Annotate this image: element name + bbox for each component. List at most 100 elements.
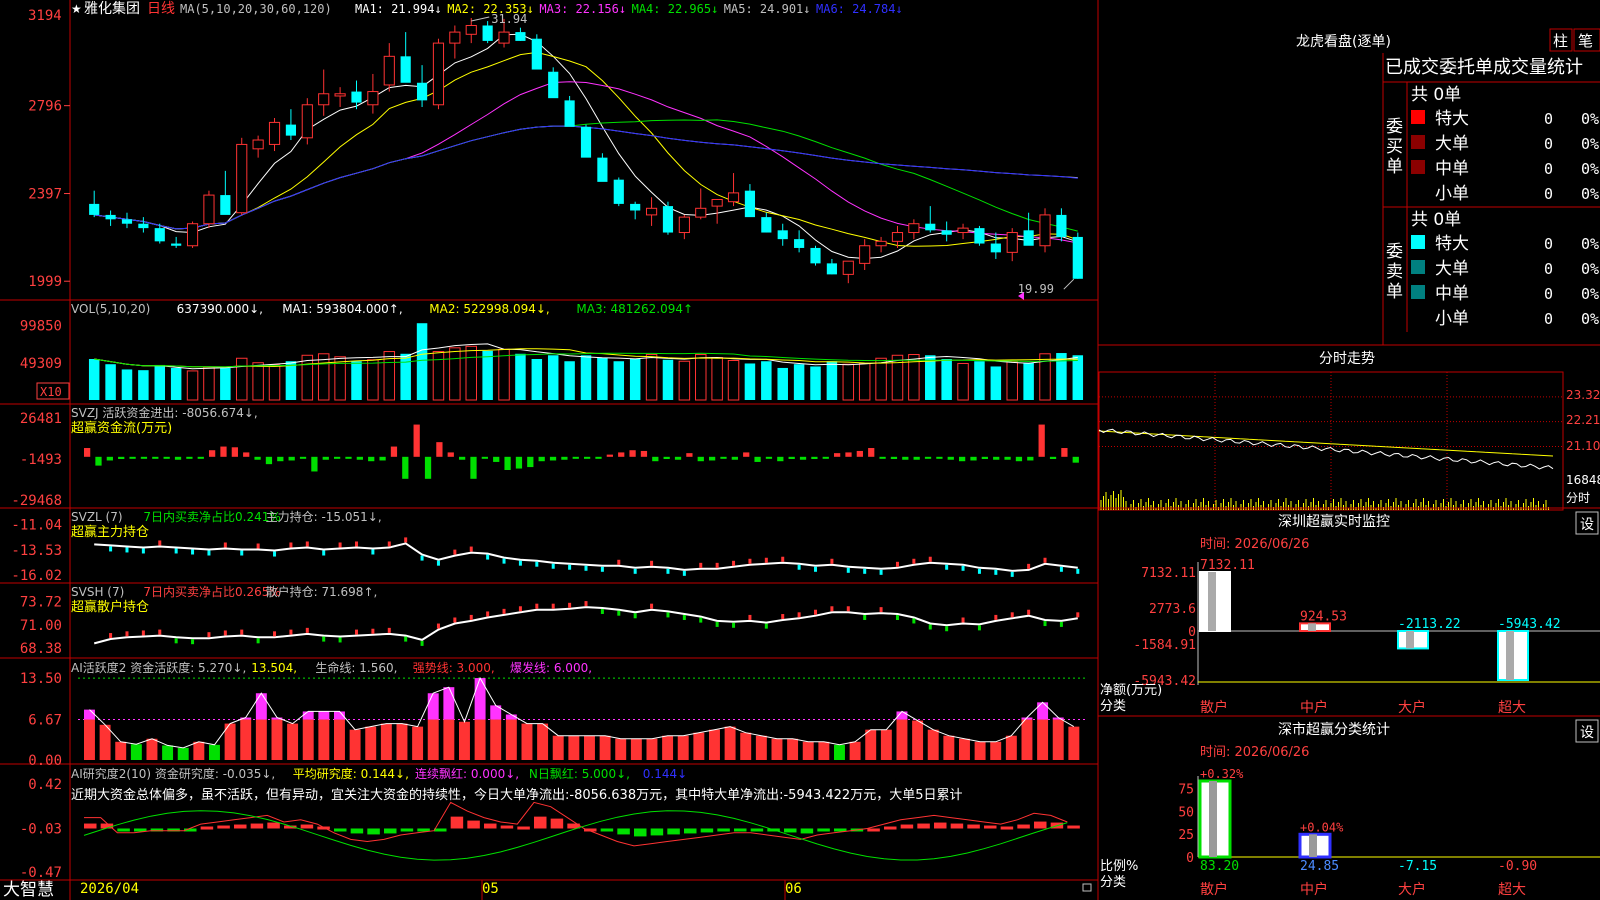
svzj-bar[interactable]: [584, 456, 591, 459]
line-panel-tick-bar[interactable]: [223, 542, 227, 548]
res-bar[interactable]: [917, 823, 930, 829]
line-panel-tick-bar[interactable]: [207, 550, 211, 556]
line-panel-tick-bar[interactable]: [469, 614, 473, 620]
res-bar[interactable]: [934, 822, 947, 829]
activity-panel[interactable]: AI活跃度2 资金活跃度: 5.270↓, 13.504, 生命线: 1.560, 强…: [20, 660, 1088, 769]
candle[interactable]: [678, 214, 690, 240]
candle[interactable]: [925, 206, 936, 233]
act-bar[interactable]: [740, 732, 752, 760]
vol-bar[interactable]: [711, 357, 723, 401]
candle[interactable]: [826, 258, 837, 275]
res-bar[interactable]: [734, 828, 747, 832]
candle[interactable]: [367, 73, 379, 114]
line-panel-tick-bar[interactable]: [699, 562, 703, 568]
svzj-bar[interactable]: [799, 456, 807, 460]
line-panel-tick-bar[interactable]: [945, 626, 949, 632]
line-panel-tick-bar[interactable]: [486, 611, 490, 617]
candle[interactable]: [842, 260, 854, 284]
line-panel-tick-bar[interactable]: [863, 568, 867, 574]
line-panel-tick-bar[interactable]: [650, 560, 654, 566]
vol-bar[interactable]: [351, 361, 362, 400]
act-bar[interactable]: [865, 729, 877, 760]
candle[interactable]: [564, 95, 575, 127]
svzj-bar[interactable]: [811, 456, 818, 460]
svzj-bar[interactable]: [1038, 424, 1045, 457]
line-panel-tick-bar[interactable]: [633, 613, 637, 619]
vol-bar[interactable]: [695, 354, 707, 401]
res-bar[interactable]: [250, 823, 264, 829]
act-bar[interactable]: [474, 719, 486, 760]
act-bar[interactable]: [568, 735, 580, 760]
line-panel-tick-bar[interactable]: [158, 540, 162, 546]
res-bar[interactable]: [367, 828, 380, 835]
act-bar[interactable]: [599, 735, 611, 760]
svzj-bar[interactable]: [243, 452, 250, 457]
vol-bar[interactable]: [761, 361, 772, 400]
act-bar[interactable]: [459, 721, 470, 760]
svzj-bar[interactable]: [663, 456, 670, 460]
line-panel-tick-bar[interactable]: [256, 638, 260, 644]
res-bar[interactable]: [717, 828, 730, 832]
line-panel-tick-bar[interactable]: [699, 617, 703, 623]
svzj-bar[interactable]: [1061, 448, 1068, 457]
act-bar-burst[interactable]: [255, 693, 267, 720]
svzj-bar[interactable]: [470, 456, 477, 479]
act-bar[interactable]: [755, 735, 767, 760]
candle[interactable]: [580, 124, 592, 158]
svzj-bar[interactable]: [356, 456, 363, 460]
act-bar[interactable]: [427, 719, 439, 760]
vol-bar[interactable]: [564, 361, 575, 400]
act-bar[interactable]: [302, 719, 314, 760]
line-panel-tick-bar[interactable]: [551, 563, 555, 569]
svzj-bar[interactable]: [834, 453, 841, 457]
line-panel-tick-bar[interactable]: [1027, 609, 1031, 615]
vol-bar[interactable]: [449, 347, 461, 401]
svzj-bar[interactable]: [322, 456, 329, 460]
candle[interactable]: [432, 38, 445, 110]
act-bar[interactable]: [318, 719, 330, 760]
line-panel-tick-bar[interactable]: [305, 627, 309, 633]
vol-bar[interactable]: [465, 345, 477, 401]
svzj-bar[interactable]: [959, 456, 966, 462]
line-panel-tick-bar[interactable]: [1059, 621, 1063, 627]
res-bar[interactable]: [1017, 824, 1030, 829]
vol-bar[interactable]: [482, 350, 493, 400]
svzj-bar[interactable]: [152, 456, 159, 459]
volume-panel[interactable]: VOL(5,10,20) 637390.000↓, MA1: 593804.000↑…: [20, 302, 1084, 401]
vol-bar[interactable]: [875, 357, 887, 401]
act-bar[interactable]: [365, 726, 377, 760]
candle[interactable]: [400, 32, 411, 83]
line-panel-tick-bar[interactable]: [928, 624, 932, 630]
candle[interactable]: [597, 153, 608, 182]
line-panel-tick-bar[interactable]: [666, 568, 670, 574]
svzj-bar[interactable]: [459, 456, 466, 460]
res-bar[interactable]: [784, 828, 797, 833]
svzj-bar[interactable]: [345, 456, 352, 459]
act-bar[interactable]: [584, 735, 595, 760]
act-bar[interactable]: [240, 719, 252, 760]
line-panel-tick-bar[interactable]: [977, 568, 981, 574]
vol-bar[interactable]: [810, 366, 821, 400]
act-bar[interactable]: [959, 738, 970, 760]
candle[interactable]: [186, 221, 199, 248]
line-panel-tick-bar[interactable]: [191, 639, 195, 645]
line-panel-tick-bar[interactable]: [732, 560, 736, 566]
vol-bar[interactable]: [974, 361, 985, 400]
act-bar[interactable]: [896, 719, 908, 760]
line-panel-tick-bar[interactable]: [322, 636, 326, 642]
line-panel-tick-bar[interactable]: [174, 638, 178, 644]
line-panel-tick-bar[interactable]: [682, 615, 686, 620]
line-panel-tick-bar[interactable]: [781, 614, 785, 620]
res-bar[interactable]: [500, 825, 514, 829]
svzj-bar[interactable]: [95, 456, 102, 466]
svzj-bar[interactable]: [890, 456, 898, 460]
vol-bar[interactable]: [367, 359, 379, 401]
line-panel-tick-bar[interactable]: [732, 622, 736, 628]
line-panel-tick-bar[interactable]: [125, 547, 129, 553]
line-panel-tick-bar[interactable]: [1076, 612, 1080, 618]
svzj-bar[interactable]: [220, 446, 227, 457]
line-panel-tick-bar[interactable]: [977, 625, 981, 631]
act-bar[interactable]: [630, 738, 642, 760]
act-bar[interactable]: [693, 732, 705, 760]
svzj-bar[interactable]: [504, 456, 511, 471]
